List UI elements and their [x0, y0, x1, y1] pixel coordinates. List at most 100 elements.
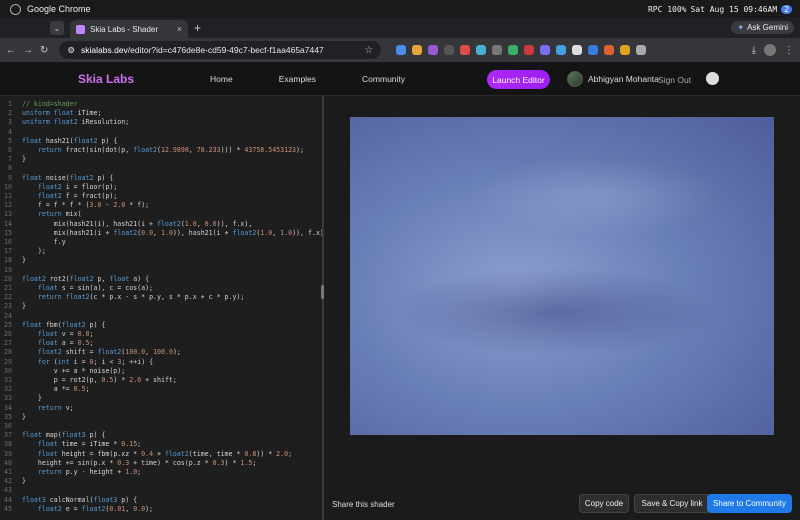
launch-editor-button[interactable]: Launch Editor	[487, 70, 550, 89]
code-line[interactable]: 35}	[0, 413, 322, 422]
code-line[interactable]: 43	[0, 486, 322, 495]
extension-icon[interactable]	[620, 45, 631, 55]
extension-icon[interactable]	[476, 45, 487, 55]
code-line[interactable]: 19	[0, 266, 322, 275]
extension-icon[interactable]	[540, 45, 551, 55]
line-number: 45	[4, 504, 12, 513]
tab-search-icon[interactable]: ⌄	[50, 21, 64, 35]
code-line[interactable]: 11 float2 f = fract(p);	[0, 192, 322, 201]
code-line[interactable]: 33 }	[0, 394, 322, 403]
code-line[interactable]: 44 float3 calcNormal(float3 p) {	[0, 496, 322, 505]
line-number: 35	[4, 412, 12, 421]
code-line[interactable]: 7}	[0, 155, 322, 164]
extension-icon[interactable]	[572, 45, 583, 55]
forward-icon[interactable]: →	[23, 45, 33, 56]
code-text: float noise(float2 p) {	[22, 173, 114, 182]
save-copy-link-button[interactable]: Save & Copy link	[634, 494, 710, 513]
code-line[interactable]: 41 return p.y - height + 1.0;	[0, 468, 322, 477]
code-line[interactable]: 27 float a = 0.5;	[0, 339, 322, 348]
address-bar[interactable]: ⚙ skialabs.dev/editor?id=c476de8e-cd59-4…	[59, 41, 382, 59]
code-line[interactable]: 4	[0, 128, 322, 137]
github-icon[interactable]	[706, 72, 719, 85]
code-line[interactable]: 45 float2 e = float2(0.01, 0.0);	[0, 505, 322, 514]
extension-icon[interactable]	[556, 45, 567, 55]
nav-home[interactable]: Home	[210, 74, 233, 84]
ask-gemini-button[interactable]: ✦ Ask Gemini	[731, 21, 794, 34]
code-line[interactable]: 16 f.y	[0, 238, 322, 247]
extension-icon[interactable]	[524, 45, 535, 55]
code-line[interactable]: 29 for (int i = 0; i < 3; ++i) {	[0, 358, 322, 367]
nav-examples[interactable]: Examples	[279, 74, 316, 84]
back-icon[interactable]: ←	[6, 45, 16, 56]
line-number: 39	[4, 449, 12, 458]
extension-icon[interactable]	[588, 45, 599, 55]
site-info-icon[interactable]: ⚙	[67, 45, 75, 56]
bookmark-star-icon[interactable]: ☆	[364, 45, 373, 56]
code-line[interactable]: 20 float2 rot2(float2 p, float a) {	[0, 275, 322, 284]
extension-icon[interactable]	[428, 45, 439, 55]
code-line[interactable]: 26 float v = 0.0;	[0, 330, 322, 339]
code-editor[interactable]: 1 // kind=shader 2 uniform float iTime; 3 uni…	[0, 96, 322, 520]
copy-code-button[interactable]: Copy code	[579, 494, 629, 513]
code-line[interactable]: 3 uniform float2 iResolution;	[0, 118, 322, 127]
extension-icon[interactable]	[412, 45, 423, 55]
extension-icon[interactable]	[604, 45, 615, 55]
nav-community[interactable]: Community	[362, 74, 405, 84]
code-line[interactable]: 23}	[0, 302, 322, 311]
tab-close-icon[interactable]: ×	[177, 24, 182, 34]
code-line[interactable]: 22 return float2(c * p.x - s * p.y, s * …	[0, 293, 322, 302]
code-line[interactable]: 30 v += a * noise(p);	[0, 367, 322, 376]
os-logo-icon[interactable]	[10, 3, 21, 15]
shader-canvas[interactable]	[350, 117, 774, 435]
user-menu[interactable]: Abhigyan Mohanta	[567, 71, 659, 87]
code-line[interactable]: 25 float fbm(float2 p) {	[0, 321, 322, 330]
code-line[interactable]: 31 p = rot2(p, 0.5) * 2.0 + shift;	[0, 376, 322, 385]
code-line[interactable]: 12 f = f * f * (3.0 - 2.0 * f);	[0, 201, 322, 210]
code-line[interactable]: 40 height += sin(p.x * 0.3 + time) * cos…	[0, 459, 322, 468]
puzzle-extensions-icon[interactable]	[636, 45, 647, 55]
code-line[interactable]: 2 uniform float iTime;	[0, 109, 322, 118]
code-line[interactable]: 21 float s = sin(a), c = cos(a);	[0, 284, 322, 293]
profile-avatar[interactable]	[764, 44, 776, 56]
code-line[interactable]: 6 return fract(sin(dot(p, float2(12.9898…	[0, 146, 322, 155]
code-text: a *= 0.5;	[22, 385, 90, 394]
status-text: RPC 100%	[647, 4, 687, 14]
extension-icon[interactable]	[396, 45, 407, 55]
code-line[interactable]: 37 float map(float3 p) {	[0, 431, 322, 440]
share-community-button[interactable]: Share to Community	[707, 494, 792, 513]
extension-icon[interactable]	[444, 45, 455, 55]
kebab-menu-icon[interactable]: ⋮	[784, 45, 794, 56]
reload-icon[interactable]: ↻	[40, 45, 48, 56]
download-icon[interactable]: ⤓	[752, 45, 756, 56]
browser-tab[interactable]: Skia Labs - Shader ×	[70, 20, 188, 38]
code-line[interactable]: 1 // kind=shader	[0, 100, 322, 109]
extension-icon[interactable]	[492, 45, 503, 55]
code-line[interactable]: 14 mix(hash21(i), hash21(i + float2(1.0,…	[0, 220, 322, 229]
line-number: 14	[4, 219, 12, 228]
code-line[interactable]: 42}	[0, 477, 322, 486]
code-line[interactable]: 18}	[0, 256, 322, 265]
code-text: mix(hash21(i + float2(0.0, 1.0)), hash21…	[22, 228, 322, 237]
sign-out-link[interactable]: Sign Out	[658, 75, 691, 85]
code-line[interactable]: 17 );	[0, 247, 322, 256]
notification-badge[interactable]: 2	[781, 4, 792, 14]
code-line[interactable]: 36	[0, 422, 322, 431]
code-line[interactable]: 8	[0, 164, 322, 173]
brand-logo[interactable]: Skia Labs	[78, 72, 134, 86]
active-app-name[interactable]: Google Chrome	[27, 4, 91, 14]
code-line[interactable]: 24	[0, 312, 322, 321]
code-line[interactable]: 32 a *= 0.5;	[0, 385, 322, 394]
code-line[interactable]: 13 return mix(	[0, 210, 322, 219]
code-line[interactable]: 34 return v;	[0, 404, 322, 413]
code-line[interactable]: 10 float2 i = floor(p);	[0, 183, 322, 192]
code-line[interactable]: 39 float height = fbm(p.xz * 0.4 + float…	[0, 450, 322, 459]
code-line[interactable]: 15 mix(hash21(i + float2(0.0, 1.0)), has…	[0, 229, 322, 238]
extension-icon[interactable]	[460, 45, 471, 55]
code-line[interactable]: 28 float2 shift = float2(100.0, 100.0);	[0, 348, 322, 357]
code-line[interactable]: 5 float hash21(float2 p) {	[0, 137, 322, 146]
code-line[interactable]: 38 float time = iTime * 0.15;	[0, 440, 322, 449]
clock[interactable]: Sat Aug 15 09:46AM	[690, 5, 777, 14]
new-tab-icon[interactable]: +	[194, 21, 201, 35]
extension-icon[interactable]	[508, 45, 519, 55]
code-line[interactable]: 9 float noise(float2 p) {	[0, 174, 322, 183]
